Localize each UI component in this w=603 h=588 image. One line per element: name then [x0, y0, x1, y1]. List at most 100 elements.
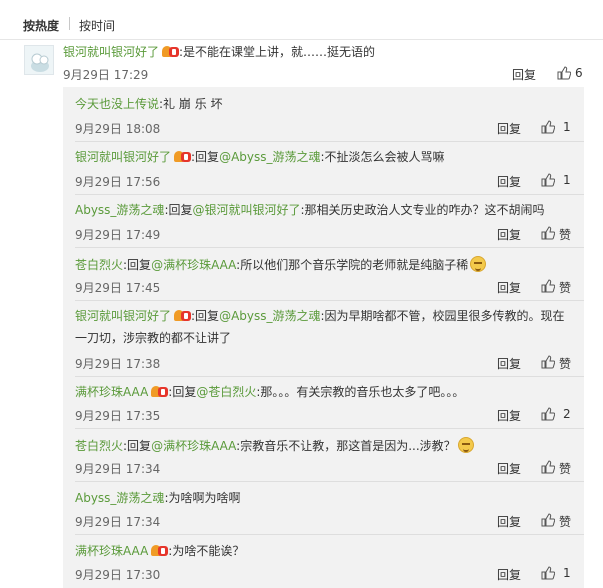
like-label: 赞	[559, 515, 572, 529]
reply-time: 9月29日 17:34	[75, 462, 161, 476]
reply-text: :回复	[191, 150, 220, 164]
reply-text: :那。。。有关宗教的音乐也太多了吧。。。	[256, 385, 465, 399]
smile-emoji-icon	[457, 437, 474, 453]
member-badge-icon	[174, 150, 192, 163]
smile-emoji-icon	[470, 256, 487, 272]
like-count: 2	[563, 407, 571, 421]
like-label: 赞	[559, 281, 572, 295]
reply-mention[interactable]: @Abyss_游荡之魂	[219, 150, 320, 164]
reply-button[interactable]: 回复	[497, 226, 521, 243]
reply-time: 9月29日 17:49	[75, 228, 161, 242]
reply-button[interactable]: 回复	[497, 120, 521, 137]
comment-username[interactable]: 银河就叫银河好了	[63, 45, 159, 59]
reply-time: 9月29日 17:35	[75, 409, 161, 423]
thumbs-up-icon[interactable]	[541, 226, 555, 240]
reply-divider	[75, 481, 584, 482]
reply-mention[interactable]: @Abyss_游荡之魂	[219, 309, 320, 323]
avatar[interactable]	[24, 45, 54, 75]
thumbs-up-icon[interactable]	[541, 407, 555, 421]
reply-body: 苍白烈火:回复@满杯珍珠AAA:所以他们那个音乐学院的老师就是纯脑子稀	[75, 256, 487, 273]
thumbs-up-icon[interactable]	[541, 355, 555, 369]
sort-by-hot-tab[interactable]: 按热度	[23, 17, 59, 34]
reply-mention[interactable]: @银河就叫银河好了	[192, 203, 300, 217]
member-badge-icon	[151, 385, 169, 398]
reply-text: :礼 崩 乐 坏	[159, 97, 223, 111]
reply-button[interactable]: 回复	[512, 66, 536, 83]
thumbs-up-icon[interactable]	[541, 279, 555, 293]
root-comment-body: 银河就叫银河好了 :是不能在课堂上讲，就……挺无语的	[63, 44, 375, 60]
reply-body: 满杯珍珠AAA :回复@苍白烈火:那。。。有关宗教的音乐也太多了吧。。。	[75, 384, 464, 400]
reply-username[interactable]: 苍白烈火	[75, 258, 123, 272]
thumbs-up-icon[interactable]	[541, 513, 555, 527]
reply-divider	[75, 376, 584, 377]
reply-button[interactable]: 回复	[497, 173, 521, 190]
reply-button[interactable]: 回复	[497, 355, 521, 372]
reply-time: 9月29日 18:08	[75, 122, 161, 136]
reply-divider	[75, 247, 584, 248]
reply-text: :那相关历史政治人文专业的咋办？这不胡闹吗	[300, 203, 545, 217]
sort-bar: 按热度 按时间	[0, 0, 603, 40]
reply-body: 满杯珍珠AAA :为啥不能诶？	[75, 543, 244, 559]
reply-time: 9月29日 17:56	[75, 175, 161, 189]
reply-body: Abyss_游荡之魂:为啥啊为啥啊	[75, 490, 240, 506]
thumbs-up-icon[interactable]	[541, 173, 555, 187]
reply-text: :宗教音乐不让教，那这首是因为...涉教？	[236, 439, 456, 453]
reply-button[interactable]: 回复	[497, 566, 521, 583]
reply-body: 今天也没上传说:礼 崩 乐 坏	[75, 96, 223, 112]
like-count: 1	[563, 173, 571, 187]
like-count: 6	[575, 66, 583, 80]
reply-divider	[75, 194, 584, 195]
sort-by-time-tab[interactable]: 按时间	[79, 17, 115, 34]
reply-username[interactable]: Abyss_游荡之魂	[75, 491, 164, 505]
reply-username[interactable]: 苍白烈火	[75, 439, 123, 453]
reply-text: :回复	[164, 203, 193, 217]
reply-username[interactable]: 银河就叫银河好了	[75, 309, 171, 323]
reply-text: :回复	[168, 385, 197, 399]
thumbs-up-icon[interactable]	[557, 66, 571, 80]
reply-username[interactable]: 今天也没上传说	[75, 97, 159, 111]
member-badge-icon	[174, 309, 192, 322]
reply-text: :所以他们那个音乐学院的老师就是纯脑子稀	[236, 258, 469, 272]
reply-body: 银河就叫银河好了 :回复@Abyss_游荡之魂:不扯淡怎么会被人骂嘛	[75, 149, 445, 165]
thumbs-up-icon[interactable]	[541, 460, 555, 474]
reply-username[interactable]: 满杯珍珠AAA	[75, 385, 148, 399]
thumbs-up-icon[interactable]	[541, 566, 555, 580]
member-badge-icon	[151, 544, 169, 557]
reply-mention[interactable]: @满杯珍珠AAA	[151, 439, 236, 453]
reply-mention[interactable]: @苍白烈火	[196, 385, 256, 399]
like-count: 1	[563, 120, 571, 134]
reply-divider	[75, 534, 584, 535]
reply-text: :不扯淡怎么会被人骂嘛	[320, 150, 445, 164]
reply-text: :回复	[191, 309, 220, 323]
reply-text: :为啥不能诶？	[168, 544, 245, 558]
reply-time: 9月29日 17:30	[75, 568, 161, 582]
reply-mention[interactable]: @满杯珍珠AAA	[151, 258, 236, 272]
sort-separator	[69, 17, 70, 30]
reply-username[interactable]: 银河就叫银河好了	[75, 150, 171, 164]
like-label: 赞	[559, 357, 572, 371]
like-label: 赞	[559, 228, 572, 242]
comment-text: :是不能在课堂上讲，就……挺无语的	[179, 45, 376, 59]
reply-body: 苍白烈火:回复@满杯珍珠AAA:宗教音乐不让教，那这首是因为...涉教？	[75, 437, 474, 454]
comment-time: 9月29日 17:29	[63, 68, 149, 82]
reply-text: :回复	[123, 439, 152, 453]
thumbs-up-icon[interactable]	[541, 120, 555, 134]
like-count: 1	[563, 566, 571, 580]
like-label: 赞	[559, 462, 572, 476]
reply-time: 9月29日 17:38	[75, 357, 161, 371]
reply-time: 9月29日 17:45	[75, 281, 161, 295]
reply-divider	[75, 141, 584, 142]
reply-username[interactable]: Abyss_游荡之魂	[75, 203, 164, 217]
reply-text: :回复	[123, 258, 152, 272]
reply-username[interactable]: 满杯珍珠AAA	[75, 544, 148, 558]
reply-button[interactable]: 回复	[497, 513, 521, 530]
reply-button[interactable]: 回复	[497, 279, 521, 296]
reply-button[interactable]: 回复	[497, 460, 521, 477]
reply-divider	[75, 300, 584, 301]
reply-body: Abyss_游荡之魂:回复@银河就叫银河好了:那相关历史政治人文专业的咋办？这不…	[75, 202, 545, 218]
member-badge-icon	[162, 45, 180, 58]
reply-text: :为啥啊为啥啊	[164, 491, 241, 505]
reply-body: 银河就叫银河好了:回复@Abyss_游荡之魂:因为早期啥都不管，校园里很多传教的…	[75, 305, 575, 349]
reply-divider	[75, 428, 584, 429]
reply-button[interactable]: 回复	[497, 407, 521, 424]
